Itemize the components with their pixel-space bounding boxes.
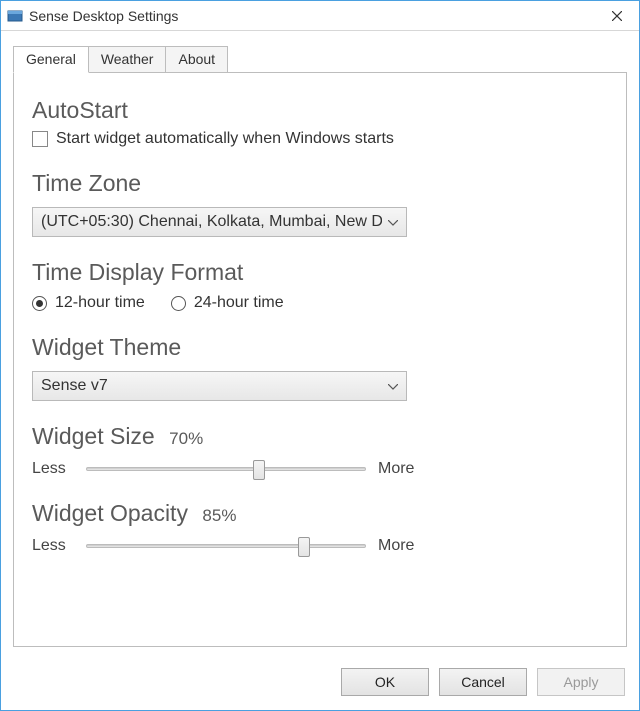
autostart-checkbox-row[interactable]: Start widget automatically when Windows … [32, 130, 608, 148]
radio-24hour[interactable]: 24-hour time [171, 294, 284, 312]
close-icon [612, 11, 622, 21]
opacity-slider[interactable] [86, 544, 366, 548]
app-icon [7, 8, 23, 24]
section-timeformat: Time Display Format 12-hour time 24-hour… [32, 259, 608, 312]
opacity-slider-thumb[interactable] [298, 537, 310, 557]
radio-24hour-label: 24-hour time [194, 294, 284, 312]
opacity-title: Widget Opacity [32, 500, 188, 526]
section-size: Widget Size 70% Less More [32, 423, 608, 478]
size-value: 70% [169, 429, 203, 448]
section-opacity: Widget Opacity 85% Less More [32, 500, 608, 555]
tab-panel-general: AutoStart Start widget automatically whe… [13, 72, 627, 647]
radio-12hour[interactable]: 12-hour time [32, 294, 145, 312]
autostart-title: AutoStart [32, 97, 608, 124]
timezone-selected: (UTC+05:30) Chennai, Kolkata, Mumbai, Ne… [41, 213, 382, 231]
settings-window: Sense Desktop Settings General Weather A… [0, 0, 640, 711]
size-slider-thumb[interactable] [253, 460, 265, 480]
tab-strip: General Weather About [13, 45, 627, 72]
close-button[interactable] [594, 1, 639, 30]
timeformat-title: Time Display Format [32, 259, 608, 286]
chevron-down-icon [382, 377, 398, 395]
timezone-title: Time Zone [32, 170, 608, 197]
autostart-checkbox[interactable] [32, 131, 48, 147]
section-timezone: Time Zone (UTC+05:30) Chennai, Kolkata, … [32, 170, 608, 237]
dialog-buttons: OK Cancel Apply [341, 668, 625, 696]
size-less-label: Less [32, 460, 74, 478]
theme-selected: Sense v7 [41, 377, 382, 395]
opacity-value: 85% [202, 506, 236, 525]
autostart-checkbox-label: Start widget automatically when Windows … [56, 130, 394, 148]
theme-dropdown[interactable]: Sense v7 [32, 371, 407, 401]
ok-button[interactable]: OK [341, 668, 429, 696]
theme-title: Widget Theme [32, 334, 608, 361]
window-title: Sense Desktop Settings [29, 8, 594, 24]
radio-12hour-button[interactable] [32, 296, 47, 311]
tab-weather[interactable]: Weather [88, 46, 167, 73]
apply-button[interactable]: Apply [537, 668, 625, 696]
tab-general[interactable]: General [13, 46, 89, 73]
section-autostart: AutoStart Start widget automatically whe… [32, 97, 608, 148]
cancel-button[interactable]: Cancel [439, 668, 527, 696]
opacity-more-label: More [378, 537, 414, 555]
radio-24hour-button[interactable] [171, 296, 186, 311]
section-theme: Widget Theme Sense v7 [32, 334, 608, 401]
opacity-less-label: Less [32, 537, 74, 555]
radio-12hour-label: 12-hour time [55, 294, 145, 312]
size-title: Widget Size [32, 423, 155, 449]
timezone-dropdown[interactable]: (UTC+05:30) Chennai, Kolkata, Mumbai, Ne… [32, 207, 407, 237]
tab-about[interactable]: About [165, 46, 228, 73]
titlebar[interactable]: Sense Desktop Settings [1, 1, 639, 31]
content-area: General Weather About AutoStart Start wi… [1, 31, 639, 710]
size-slider[interactable] [86, 467, 366, 471]
chevron-down-icon [382, 213, 398, 231]
timeformat-radio-group: 12-hour time 24-hour time [32, 294, 608, 312]
size-more-label: More [378, 460, 414, 478]
